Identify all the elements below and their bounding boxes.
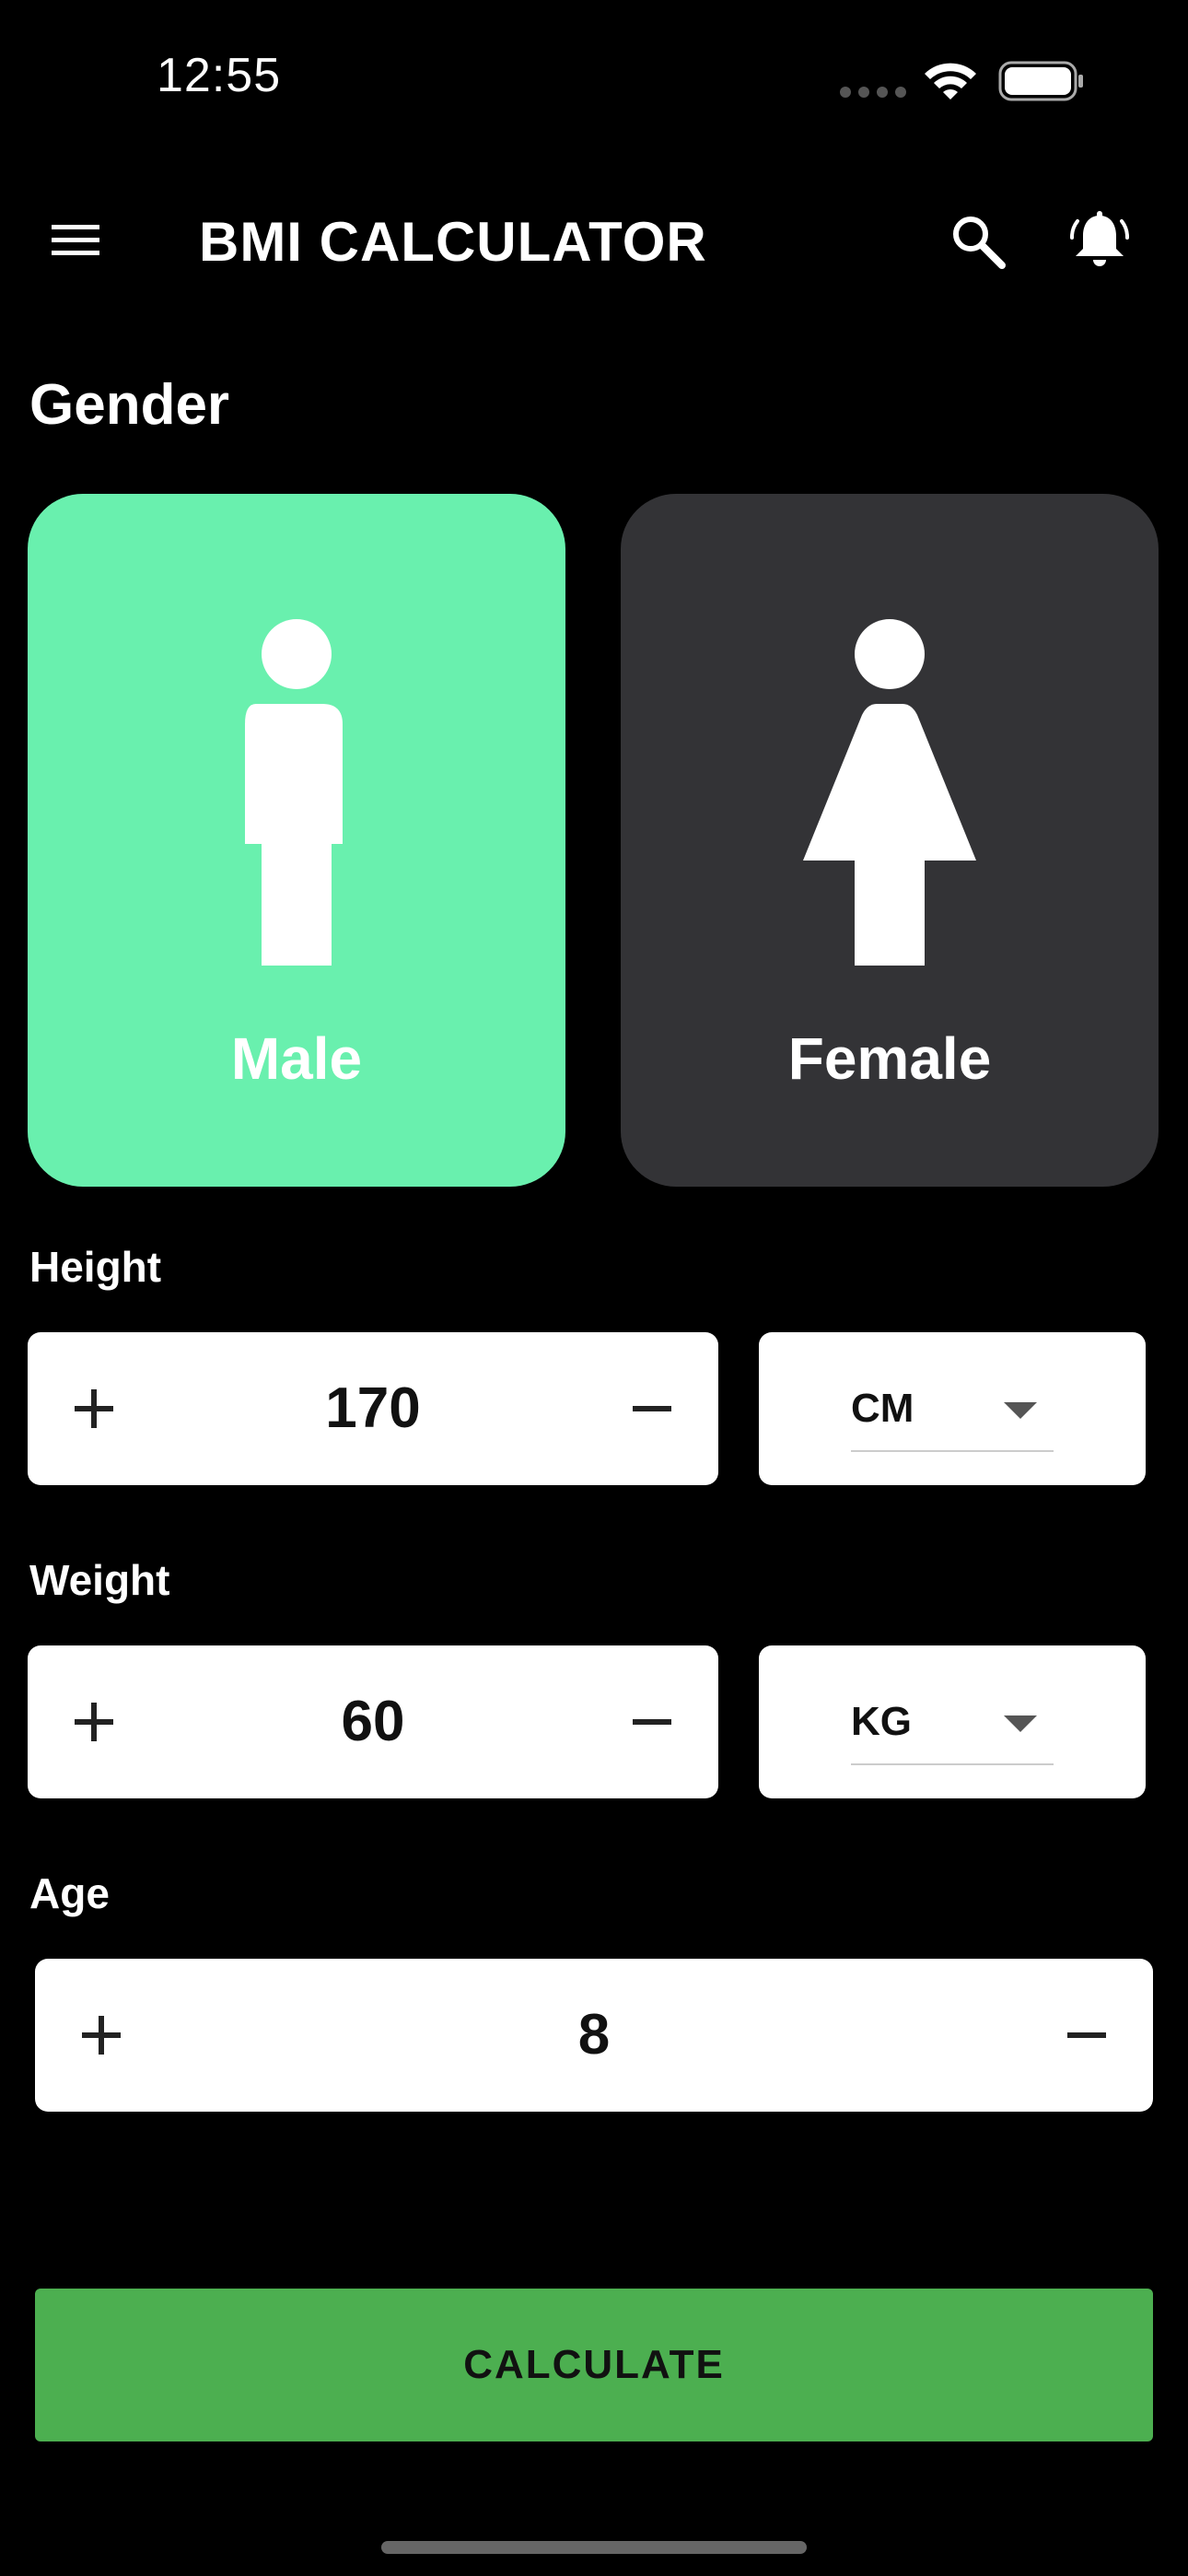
bell-icon[interactable] <box>1066 208 1133 275</box>
wifi-icon <box>925 63 976 100</box>
page-title: BMI CALCULATOR <box>199 211 707 273</box>
weight-stepper: 60 <box>28 1645 718 1798</box>
male-label: Male <box>230 1025 363 1092</box>
age-increment-button[interactable] <box>63 1996 140 2074</box>
female-icon <box>803 619 976 966</box>
height-label: Height <box>29 1243 162 1291</box>
calculate-button[interactable]: CALCULATE <box>35 2289 1153 2441</box>
age-stepper: 8 <box>35 1959 1153 2112</box>
female-label: Female <box>787 1025 992 1092</box>
menu-icon[interactable] <box>48 217 103 263</box>
minus-icon <box>633 1406 671 1411</box>
minus-icon <box>633 1719 671 1725</box>
calculate-label: CALCULATE <box>463 2342 725 2387</box>
weight-decrement-button[interactable] <box>613 1683 691 1761</box>
gender-label: Gender <box>29 373 230 437</box>
minus-icon <box>1067 2032 1106 2038</box>
height-unit-value: CM <box>851 1386 914 1431</box>
status-time: 12:55 <box>157 49 282 102</box>
gender-card-female[interactable]: Female <box>621 494 1159 1187</box>
height-unit-select[interactable]: CM <box>759 1332 1146 1485</box>
height-decrement-button[interactable] <box>613 1370 691 1447</box>
gender-card-male[interactable]: Male <box>28 494 565 1187</box>
age-value[interactable]: 8 <box>35 1959 1153 2112</box>
unit-underline <box>851 1450 1054 1452</box>
unit-underline <box>851 1763 1054 1765</box>
cellular-signal-icon <box>840 87 906 98</box>
weight-unit-value: KG <box>851 1699 912 1744</box>
weight-unit-select[interactable]: KG <box>759 1645 1146 1798</box>
plus-icon <box>75 1703 113 1741</box>
height-stepper: 170 <box>28 1332 718 1485</box>
age-decrement-button[interactable] <box>1048 1996 1125 2074</box>
male-icon <box>245 619 343 966</box>
age-label: Age <box>29 1869 110 1917</box>
dropdown-arrow-icon <box>1004 1715 1037 1732</box>
plus-icon <box>75 1389 113 1428</box>
plus-icon <box>82 2016 121 2055</box>
battery-icon <box>998 61 1083 101</box>
height-increment-button[interactable] <box>55 1370 133 1447</box>
search-icon[interactable] <box>949 212 1009 273</box>
weight-label: Weight <box>29 1556 170 1604</box>
weight-increment-button[interactable] <box>55 1683 133 1761</box>
dropdown-arrow-icon <box>1004 1402 1037 1419</box>
home-indicator[interactable] <box>381 2541 807 2554</box>
